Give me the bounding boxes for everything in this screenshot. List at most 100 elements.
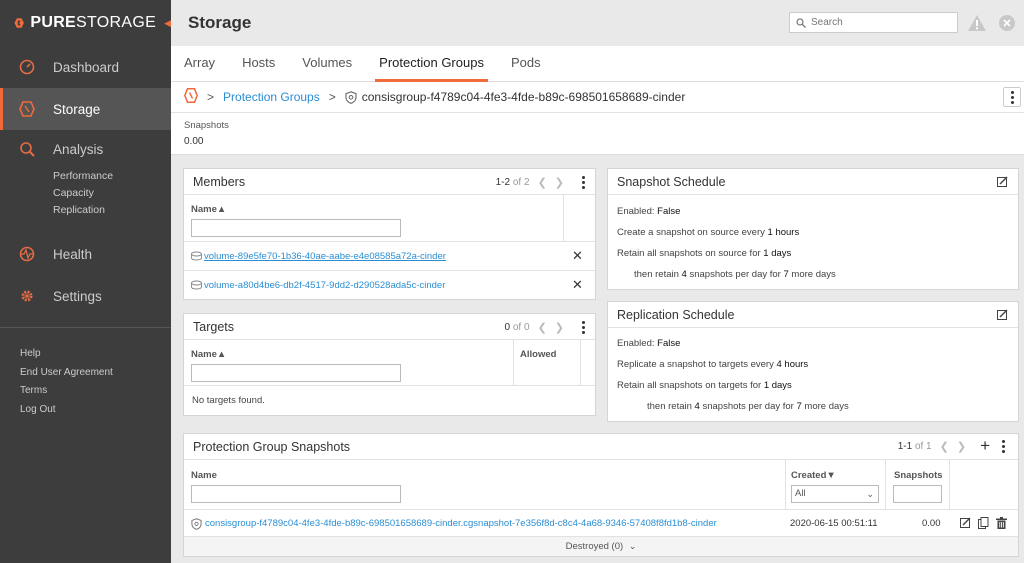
breadcrumb-current: consisgroup-f4789c04-4fe3-4fde-b89c-6985… (361, 90, 686, 104)
members-menu-button[interactable] (582, 176, 585, 189)
replication-frequency-value: 4 hours (776, 359, 809, 370)
close-icon[interactable] (998, 14, 1016, 32)
search-icon (796, 17, 806, 28)
edit-icon[interactable] (997, 309, 1008, 323)
targets-pager: 0 of 0 ❮ ❯ (505, 321, 585, 334)
chevron-right-icon[interactable]: ❯ (957, 440, 966, 453)
sidebar-item-label: Analysis (53, 141, 104, 157)
pg-snapshots-created-column-header[interactable]: Created▼ (791, 470, 836, 481)
created-filter-select[interactable]: All ⌄ (791, 485, 879, 503)
tab-pods[interactable]: Pods (511, 46, 541, 82)
chevron-down-icon: ⌄ (866, 489, 874, 499)
members-name-column-header[interactable]: Name▲ (191, 204, 226, 215)
pg-snapshots-snapshots-column-header[interactable]: Snapshots (894, 470, 943, 481)
storage-home-icon[interactable] (183, 88, 199, 106)
breadcrumb-protection-groups-link[interactable]: Protection Groups (223, 90, 320, 104)
member-volume-link[interactable]: volume-a80d4be6-db2f-4517-9dd2-d290528ad… (204, 280, 445, 291)
pg-snapshots-pager: 1-1 of 1 ❮ ❯ + (898, 437, 1005, 454)
chevron-right-icon[interactable]: ❯ (555, 321, 564, 334)
chevron-left-icon[interactable]: ❮ (538, 321, 547, 334)
members-name-filter[interactable] (191, 219, 401, 237)
remove-member-button[interactable]: ✕ (572, 248, 583, 264)
sidebar-item-health[interactable]: Health (0, 233, 171, 275)
targets-header-row: Name▲ Allowed (184, 340, 595, 386)
snapshot-enabled-value: False (657, 206, 681, 217)
replication-schedule-panel: Replication Schedule Enabled: False Repl… (607, 301, 1019, 422)
destroyed-label: Destroyed (0) (565, 541, 624, 552)
log-out-link[interactable]: Log Out (20, 401, 113, 420)
snapshot-then-retain-line: then retain 4 snapshots per day for 7 mo… (634, 269, 836, 280)
targets-panel: Targets 0 of 0 ❮ ❯ Name▲ Allowed No targ… (183, 313, 596, 416)
targets-name-filter[interactable] (191, 364, 401, 382)
pg-snapshots-name-column-header[interactable]: Name (191, 470, 217, 481)
sidebar-subitem-replication[interactable]: Replication (0, 202, 171, 219)
targets-name-column-header[interactable]: Name▲ (191, 349, 226, 360)
table-row: volume-89e5fe70-1b36-40ae-aabe-e4e08585a… (184, 242, 595, 271)
search-input[interactable] (811, 17, 951, 28)
pg-snapshots-snapshots-filter[interactable] (893, 485, 942, 503)
breadcrumb: > Protection Groups > consisgroup-f4789c… (171, 82, 1024, 113)
members-pager-total: of 2 (512, 177, 530, 188)
sidebar-item-label: Settings (53, 288, 102, 304)
sidebar-item-storage[interactable]: Storage (0, 88, 171, 130)
sidebar-subitem-performance[interactable]: Performance (0, 168, 171, 185)
targets-panel-header: Targets 0 of 0 ❮ ❯ (184, 314, 595, 340)
search-box[interactable] (789, 12, 958, 33)
replication-schedule-header: Replication Schedule (608, 302, 1018, 328)
edit-icon[interactable] (997, 176, 1008, 190)
pg-snapshots-header-row: Name Created▼ All ⌄ Snapshots (184, 460, 1018, 510)
sidebar: PURESTORAGE ◀ Dashboard Storage Analysis… (0, 0, 171, 563)
targets-menu-button[interactable] (582, 321, 585, 334)
trash-icon[interactable] (996, 517, 1007, 532)
pure-storage-logo[interactable]: PURESTORAGE ◀ (0, 0, 171, 46)
alert-icon[interactable] (968, 14, 986, 32)
end-user-agreement-link[interactable]: End User Agreement (20, 364, 113, 383)
targets-title: Targets (193, 319, 234, 334)
pg-snapshot-name-link[interactable]: consisgroup-f4789c04-4fe3-4fde-b89c-6985… (205, 518, 717, 529)
add-icon[interactable]: + (980, 437, 990, 454)
settings-icon (19, 288, 35, 304)
storage-icon (19, 101, 35, 117)
pg-snapshots-menu-button[interactable] (1002, 439, 1005, 453)
remove-member-button[interactable]: ✕ (572, 277, 583, 293)
sidebar-item-label: Health (53, 246, 93, 262)
edit-icon[interactable] (960, 517, 971, 531)
more-options-button[interactable] (1003, 87, 1021, 107)
terms-link[interactable]: Terms (20, 382, 113, 401)
sidebar-item-dashboard[interactable]: Dashboard (0, 46, 171, 88)
sidebar-subitem-capacity[interactable]: Capacity (0, 185, 171, 202)
pg-snapshots-name-filter[interactable] (191, 485, 401, 503)
tab-array[interactable]: Array (184, 46, 215, 82)
destroyed-toggle[interactable]: Destroyed (0) ⌄ (184, 537, 1018, 556)
chevron-down-icon: ⌄ (628, 541, 637, 551)
column-divider (513, 340, 514, 386)
snapshot-shield-icon (191, 518, 202, 533)
replication-retain-line: Retain all snapshots on targets for 1 da… (617, 380, 792, 391)
tab-volumes[interactable]: Volumes (302, 46, 352, 82)
member-volume-link[interactable]: volume-89e5fe70-1b36-40ae-aabe-e4e08585a… (204, 251, 446, 262)
replication-then-retain-line: then retain 4 snapshots per day for 7 mo… (647, 401, 849, 412)
tab-protection-groups[interactable]: Protection Groups (375, 46, 488, 82)
copy-icon[interactable] (978, 517, 989, 532)
snapshots-summary-label: Snapshots (184, 120, 229, 131)
members-pager: 1-2 of 2 ❮ ❯ (496, 176, 585, 189)
volume-icon (191, 280, 202, 293)
snapshot-enabled-line: Enabled: False (617, 206, 681, 217)
targets-pager-range: 0 (504, 322, 511, 333)
dashboard-icon (19, 59, 35, 75)
sidebar-item-label: Dashboard (53, 59, 120, 75)
pg-snapshots-title: Protection Group Snapshots (193, 439, 351, 454)
sidebar-item-settings[interactable]: Settings (0, 275, 171, 317)
sidebar-item-analysis[interactable]: Analysis (0, 130, 171, 168)
chevron-left-icon[interactable]: ❮ (940, 440, 949, 453)
help-link[interactable]: Help (20, 345, 113, 364)
volume-icon (191, 251, 202, 264)
tab-hosts[interactable]: Hosts (242, 46, 275, 82)
chevron-left-icon[interactable]: ❮ (538, 176, 547, 189)
snapshot-frequency-value: 1 hours (767, 227, 800, 238)
chevron-right-icon[interactable]: ❯ (555, 176, 564, 189)
targets-allowed-column-header[interactable]: Allowed (520, 349, 556, 360)
pg-snapshot-size: 0.00 (922, 518, 941, 529)
members-title: Members (193, 174, 246, 189)
health-icon (19, 246, 35, 262)
